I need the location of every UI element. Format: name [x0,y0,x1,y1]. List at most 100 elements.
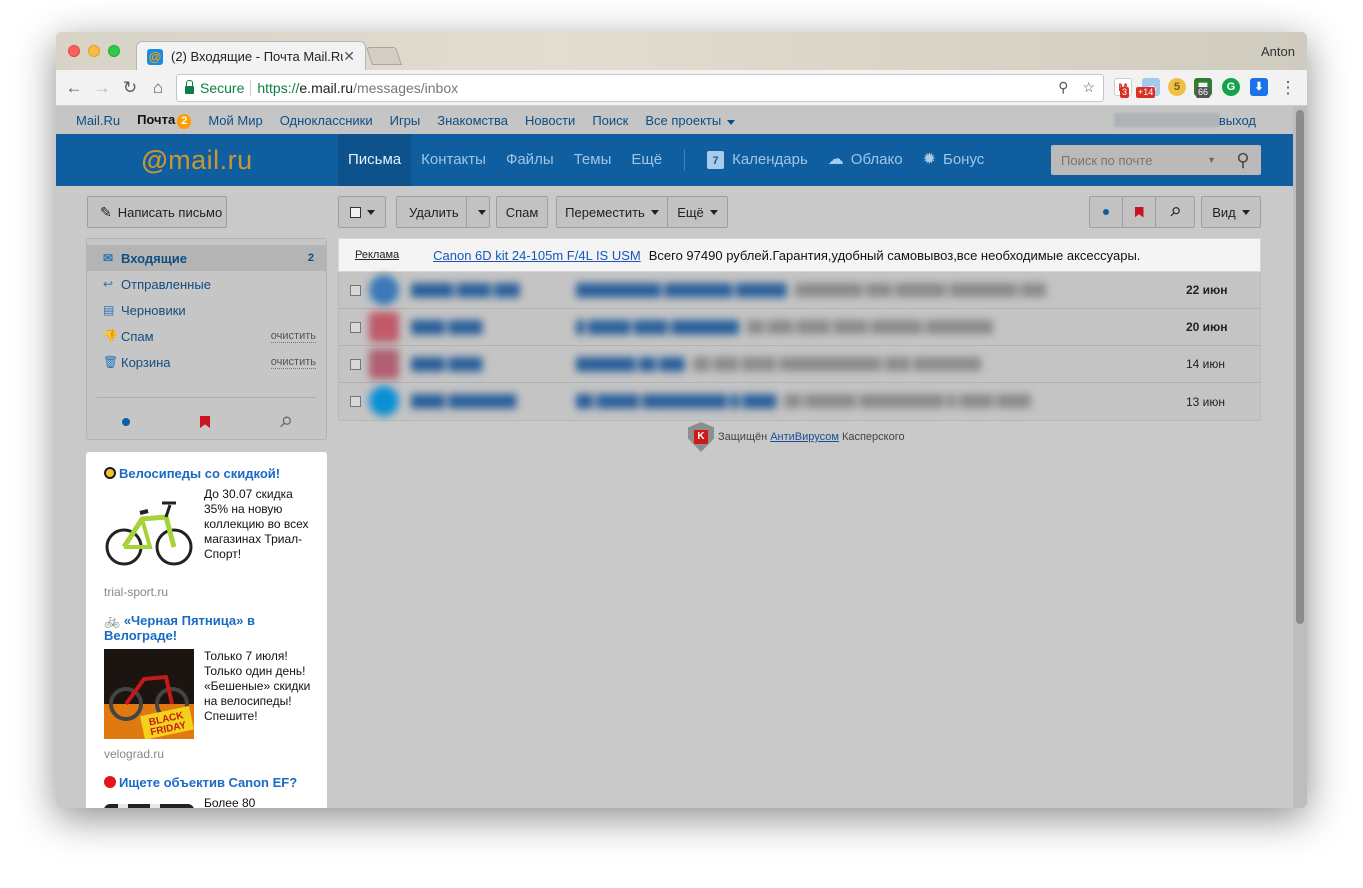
mailru-logo[interactable]: @ mail.ru [56,134,338,186]
grammarly-extension-icon[interactable]: G [1222,78,1240,96]
minimize-window-button[interactable] [88,45,100,57]
compose-label: Написать письмо [117,204,223,220]
folder-inbox[interactable]: ✉ Входящие 2 [87,245,326,271]
home-icon[interactable]: ⌂ [146,76,170,100]
nav-contacts[interactable]: Контакты [411,134,496,186]
message-preview-blurred[interactable]: ████ ████ █ █████ ████ ████████ ██ ███ █… [369,312,1147,342]
logo-at: @ [141,144,169,175]
message-row[interactable]: ████ ████ ███████ ██ ███ ██ ███ ████ ███… [339,346,1260,383]
select-all-checkbox[interactable] [349,206,361,218]
sender-blurred: █████ ████ ███ [411,283,520,297]
browser-tab[interactable]: @ (2) Входящие - Почта Mail.Ru ✕ [136,41,366,71]
account-email-blurred[interactable] [1114,113,1220,127]
ad-title[interactable]: Ищете объектив Canon EF? [104,775,327,790]
download-extension-icon[interactable]: ⬇ [1250,78,1268,96]
folder-spam[interactable]: 👎 Спам очистить [87,323,326,349]
lock-icon [185,80,194,94]
select-all-button[interactable] [338,196,386,228]
filter-attachments-button[interactable]: ⚲ [1155,196,1195,228]
ad-item[interactable]: Велосипеды со скидкой! До 30.07 скидка 3… [104,466,327,599]
delete-button[interactable]: Удалить [396,196,490,228]
filter-unread-button[interactable] [1089,196,1123,228]
snippet-blurred: ██ ███ ████ ████ ██████ ████████ [747,320,994,334]
ad-domain[interactable]: velograd.ru [104,747,327,761]
key-icon[interactable]: ⚲ [1058,79,1068,96]
portal-link-odnoklassniki[interactable]: Одноклассники [280,113,373,128]
message-row[interactable]: █████ ████ ███ ██████████ ████████ █████… [339,272,1260,309]
message-checkbox[interactable] [350,358,361,370]
unread-filter-icon[interactable] [122,418,130,426]
message-preview-blurred[interactable]: █████ ████ ███ ██████████ ████████ █████… [369,275,1147,305]
flagged-filter-icon[interactable] [200,416,210,428]
search-icon[interactable]: ⚲ [1225,145,1261,175]
move-button[interactable]: Переместить [556,196,668,228]
close-window-button[interactable] [68,45,80,57]
message-checkbox[interactable] [350,321,361,333]
new-tab-button[interactable] [366,47,402,65]
message-checkbox[interactable] [350,284,361,296]
scrollbar-thumb[interactable] [1296,110,1304,624]
portal-link-mailru[interactable]: Mail.Ru [76,113,120,128]
message-list: █████ ████ ███ ██████████ ████████ █████… [338,272,1261,421]
nav-letters[interactable]: Письма [338,134,412,186]
portal-link-games[interactable]: Игры [390,113,421,128]
portal-link-search[interactable]: Поиск [592,113,628,128]
logout-link[interactable]: выход [1219,113,1256,128]
filter-flagged-button[interactable] [1122,196,1156,228]
message-row[interactable]: ████ ████ █ █████ ████ ████████ ██ ███ █… [339,309,1260,346]
bookmark-star-icon[interactable]: ☆ [1082,79,1095,96]
forward-arrow-icon[interactable]: → [90,76,114,100]
nav-more[interactable]: Ещё [621,134,672,186]
ad-label[interactable]: Реклама [355,249,399,261]
sidebar-ads: Велосипеды со скидкой! До 30.07 скидка 3… [86,452,327,808]
portal-link-mail[interactable]: Почта 2 [137,112,192,129]
ad-item[interactable]: 🚲 «Черная Пятница» в Велограде! BLACK FR… [104,613,327,761]
nav-themes[interactable]: Темы [564,134,622,186]
address-bar[interactable]: Secure https://e.mail.ru/messages/inbox … [176,74,1104,102]
nav-cloud[interactable]: ☁ Облако [818,134,913,186]
folder-sent[interactable]: ↩ Отправленные [87,271,326,297]
ad-link[interactable]: Canon 6D kit 24-105m F/4L IS USM [433,248,641,263]
black-friday-image[interactable]: BLACK FRIDAY [104,649,194,739]
portal-link-dating[interactable]: Знакомства [437,113,508,128]
folder-drafts[interactable]: ▤ Черновики [87,297,326,323]
reload-icon[interactable]: ↻ [118,76,142,100]
portal-link-all-projects[interactable]: Все проекты [645,113,736,128]
view-button[interactable]: Вид [1201,196,1261,228]
more-button[interactable]: Ещё [667,196,728,228]
search-input[interactable] [1061,152,1201,168]
lens-image[interactable] [104,796,194,808]
message-preview-blurred[interactable]: ████ ████████ ██ █████ ██████████ █ ████… [369,386,1147,416]
portal-link-news[interactable]: Новости [525,113,575,128]
tab-close-icon[interactable]: ✕ [343,48,355,65]
coin-extension-icon[interactable]: 5 [1168,78,1186,96]
profile-name[interactable]: Anton [1261,44,1295,59]
search-options-icon[interactable]: ▾ [1209,155,1214,166]
maximize-window-button[interactable] [108,45,120,57]
ad-title[interactable]: Велосипеды со скидкой! [104,466,327,481]
delete-options-chevron-icon[interactable] [478,210,486,215]
chevron-down-icon [709,209,718,215]
ad-domain[interactable]: trial-sport.ru [104,585,327,599]
spam-button[interactable]: Спам [496,196,548,228]
portal-link-my-world[interactable]: Мой Мир [208,113,262,128]
url-path: /messages/inbox [353,80,459,96]
back-arrow-icon[interactable]: ← [62,76,86,100]
attachment-filter-icon[interactable]: ⚲ [275,412,296,432]
bicycle-image[interactable] [104,487,194,577]
chrome-menu-icon[interactable]: ⋮ [1276,76,1300,100]
trash-clean-link[interactable]: очистить [270,356,316,369]
nav-bonus[interactable]: ✹ Бонус [913,134,995,186]
message-row[interactable]: ████ ████████ ██ █████ ██████████ █ ████… [339,383,1260,420]
compose-button[interactable]: ✎ Написать письмо [87,196,227,228]
nav-files[interactable]: Файлы [496,134,564,186]
page-scrollbar[interactable] [1293,106,1307,808]
ad-item[interactable]: Ищете объектив Canon EF? Более 80 объект… [104,775,327,808]
message-checkbox[interactable] [350,396,361,407]
ad-title[interactable]: 🚲 «Черная Пятница» в Велограде! [104,613,327,643]
folder-trash[interactable]: 🗑 Корзина очистить [87,349,326,375]
spam-clean-link[interactable]: очистить [270,330,316,343]
antivirus-link[interactable]: АнтиВирусом [770,431,839,443]
message-preview-blurred[interactable]: ████ ████ ███████ ██ ███ ██ ███ ████ ███… [369,349,1147,379]
nav-calendar[interactable]: 7 Календарь [697,134,818,186]
